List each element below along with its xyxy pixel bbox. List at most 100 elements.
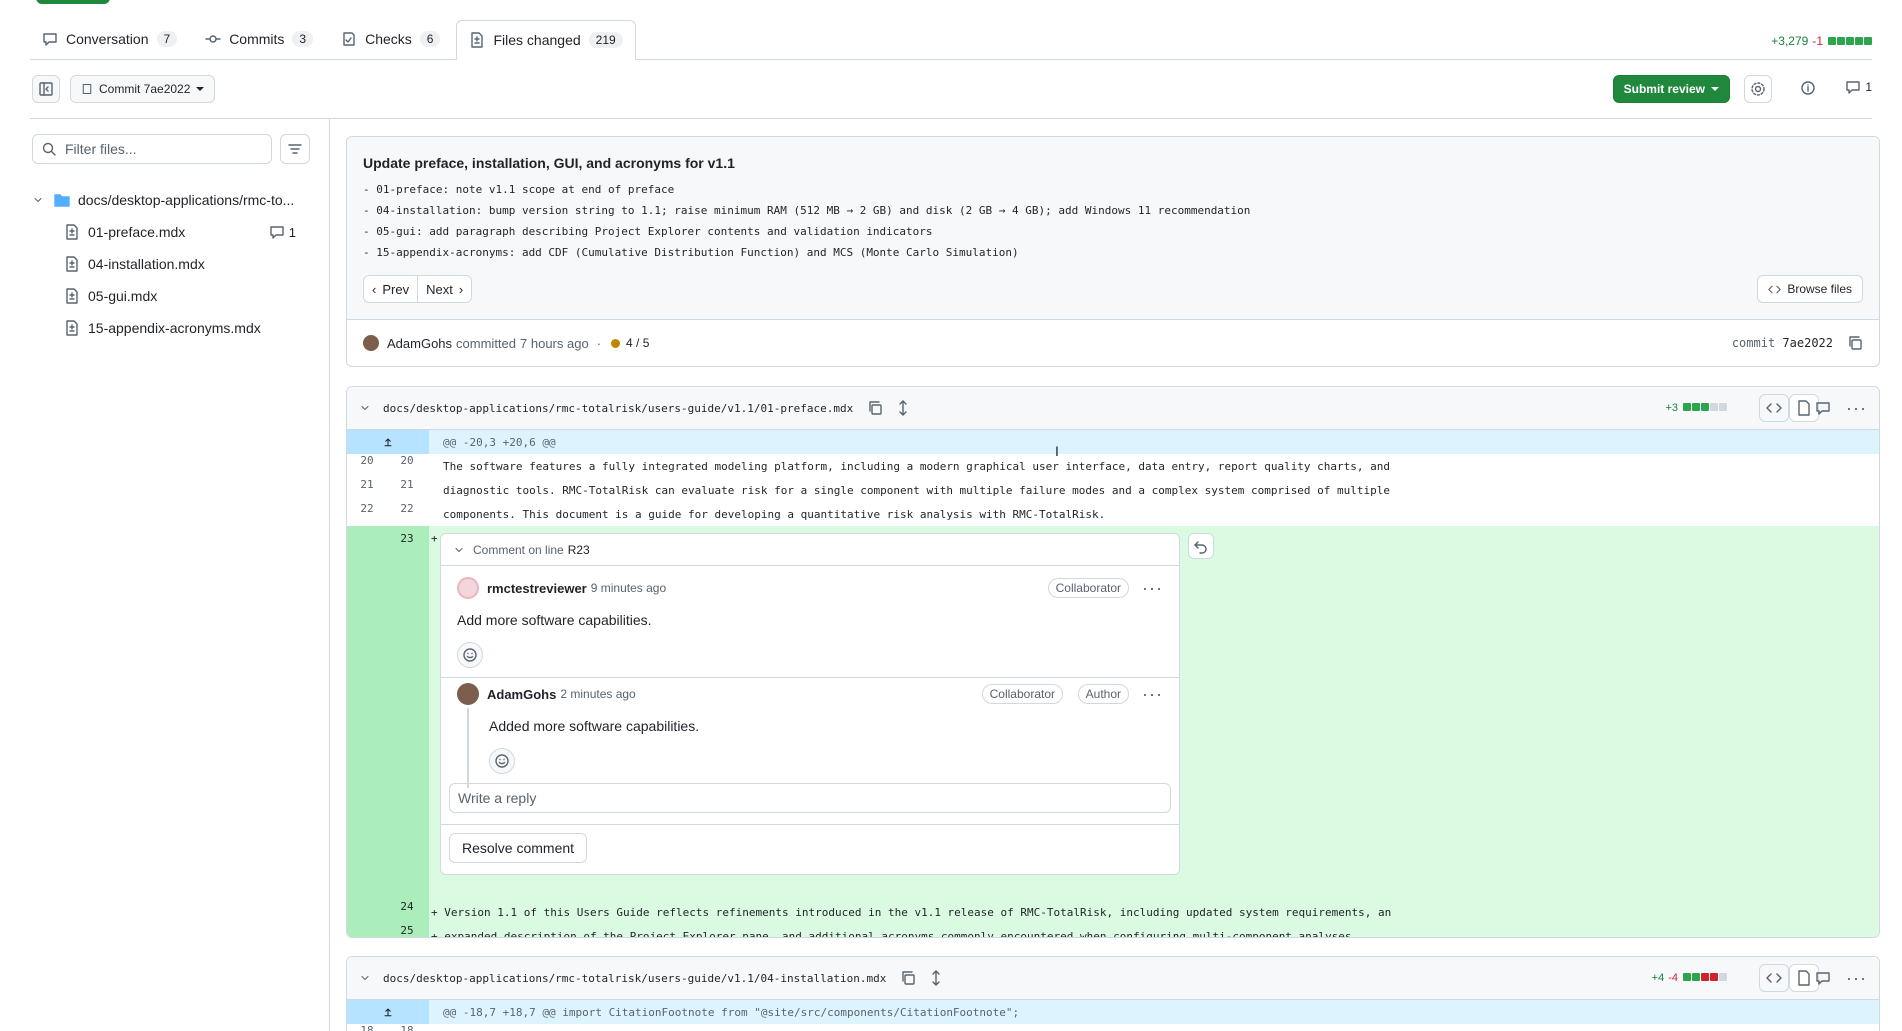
browse-files-button[interactable]: Browse files bbox=[1757, 275, 1863, 303]
expand-up-icon[interactable] bbox=[347, 430, 429, 454]
diff-settings-button[interactable] bbox=[1744, 75, 1772, 103]
more-options-icon[interactable]: ··· bbox=[1846, 969, 1867, 987]
source-diff-button[interactable] bbox=[1759, 964, 1789, 992]
thread-header[interactable]: Comment on line R23 bbox=[441, 534, 1179, 566]
commit-pager: ‹ Prev Next › bbox=[363, 275, 473, 303]
chevron-down-icon bbox=[455, 547, 463, 552]
expand-up-icon[interactable] bbox=[347, 1000, 429, 1024]
comment-icon bbox=[43, 33, 57, 46]
comment-icon[interactable] bbox=[1815, 400, 1831, 416]
toggle-file-tree-button[interactable] bbox=[32, 75, 60, 103]
chevron-left-icon: ‹ bbox=[372, 281, 377, 297]
comment-author[interactable]: rmctestreviewer bbox=[487, 581, 587, 596]
tab-files-changed[interactable]: Files changed 219 bbox=[456, 20, 636, 60]
file-icon bbox=[82, 83, 92, 95]
code-icon bbox=[1768, 285, 1782, 293]
file-icon bbox=[1798, 400, 1810, 416]
tab-count: 6 bbox=[419, 31, 441, 47]
sidebar-collapse-icon bbox=[39, 82, 53, 96]
review-comment: rmctestreviewer 9 minutes ago Collaborat… bbox=[457, 576, 1163, 600]
more-options-icon[interactable]: ··· bbox=[1142, 685, 1163, 703]
commit-message-line: - 05-gui: add paragraph describing Proje… bbox=[363, 225, 933, 238]
pr-tabs: Conversation 7 Commits 3 Checks 6 Files … bbox=[30, 20, 1872, 60]
tab-checks[interactable]: Checks 6 bbox=[329, 19, 452, 59]
comment-author[interactable]: AdamGohs bbox=[487, 687, 556, 702]
copy-icon[interactable] bbox=[867, 400, 883, 416]
file-diff-04-installation: docs/desktop-applications/rmc-totalrisk/… bbox=[346, 956, 1880, 1031]
comment-icon[interactable] bbox=[1815, 970, 1831, 986]
reply-input[interactable]: Write a reply bbox=[449, 783, 1171, 813]
review-comment: AdamGohs 2 minutes ago Collaborator Auth… bbox=[457, 682, 1163, 706]
file-header: docs/desktop-applications/rmc-totalrisk/… bbox=[347, 957, 1879, 1000]
add-reaction-button[interactable] bbox=[457, 642, 483, 668]
diff-line: 18 18 bbox=[360, 1024, 414, 1031]
filter-options-button[interactable] bbox=[280, 134, 310, 164]
deletions-count: -1 bbox=[1812, 34, 1823, 48]
chevron-right-icon: › bbox=[458, 281, 464, 297]
commit-author[interactable]: AdamGohs bbox=[387, 336, 452, 351]
chevron-down-icon bbox=[34, 197, 42, 203]
submit-review-button[interactable]: Submit review bbox=[1612, 75, 1730, 103]
file-tree: docs/desktop-applications/rmc-to... 01-p… bbox=[30, 184, 316, 344]
role-badge: Collaborator bbox=[1047, 578, 1129, 598]
chevron-down-icon[interactable] bbox=[359, 402, 371, 414]
tab-commits[interactable]: Commits 3 bbox=[193, 19, 325, 59]
expand-all-icon[interactable] bbox=[895, 400, 911, 416]
comments-button[interactable]: 1 bbox=[1845, 79, 1872, 95]
file-comment-count: 1 bbox=[269, 224, 296, 240]
check-status-count[interactable]: 4 / 5 bbox=[626, 336, 649, 350]
code-icon bbox=[1766, 973, 1782, 983]
prev-commit-button[interactable]: ‹ Prev bbox=[364, 276, 419, 302]
file-diff-icon bbox=[66, 288, 78, 304]
diff-line-added: 24 + Version 1.1 of this Users Guide ref… bbox=[347, 900, 1879, 924]
filter-files-input[interactable]: Filter files... bbox=[32, 134, 272, 164]
status-pill bbox=[36, 0, 110, 4]
diff-line: 21 21 diagnostic tools. RMC-TotalRisk can… bbox=[360, 478, 1391, 497]
copy-icon[interactable] bbox=[900, 970, 916, 986]
tree-file-item[interactable]: 01-preface.mdx 1 bbox=[30, 216, 316, 248]
file-diff-icon bbox=[66, 320, 78, 336]
add-reaction-button[interactable] bbox=[489, 748, 515, 774]
tree-file-item[interactable]: 05-gui.mdx bbox=[30, 280, 316, 312]
file-path[interactable]: docs/desktop-applications/rmc-totalrisk/… bbox=[383, 402, 853, 415]
author-badge: Author bbox=[1077, 684, 1129, 704]
comment-body: Added more software capabilities. bbox=[489, 718, 700, 734]
file-path[interactable]: docs/desktop-applications/rmc-totalrisk/… bbox=[383, 972, 886, 985]
tree-file-item[interactable]: 15-appendix-acronyms.mdx bbox=[30, 312, 316, 344]
diff-line: 22 22 components. This document is a guid… bbox=[360, 502, 1106, 521]
expand-all-icon[interactable] bbox=[928, 970, 944, 986]
chevron-down-icon[interactable] bbox=[359, 972, 371, 984]
commit-icon bbox=[205, 35, 221, 43]
commit-select-button[interactable]: Commit 7ae2022 bbox=[70, 75, 216, 103]
tree-folder[interactable]: docs/desktop-applications/rmc-to... bbox=[30, 184, 316, 216]
commit-sha: commit 7ae2022 bbox=[1731, 336, 1833, 350]
role-badge: Collaborator bbox=[981, 684, 1063, 704]
diff-toolbar: Commit 7ae2022 Submit review 1 bbox=[30, 75, 1872, 105]
diff-line: 20 20 The software features a fully integ… bbox=[360, 454, 1391, 473]
copy-icon[interactable] bbox=[1847, 335, 1863, 351]
more-options-icon[interactable]: ··· bbox=[1142, 579, 1163, 597]
next-commit-button[interactable]: Next › bbox=[418, 276, 471, 302]
smiley-icon bbox=[495, 754, 509, 768]
file-diffstat: +4 -4 bbox=[1652, 972, 1727, 984]
commit-message-line: - 04-installation: bump version string t… bbox=[363, 204, 1251, 217]
source-diff-button[interactable] bbox=[1759, 394, 1789, 422]
info-icon bbox=[1801, 81, 1815, 95]
tree-file-item[interactable]: 04-installation.mdx bbox=[30, 248, 316, 280]
chevron-down-icon bbox=[196, 87, 205, 91]
tab-count: 219 bbox=[588, 32, 623, 48]
file-header: docs/desktop-applications/rmc-totalrisk/… bbox=[347, 387, 1879, 430]
smiley-icon bbox=[463, 648, 477, 662]
text-cursor-icon: I bbox=[1055, 443, 1059, 459]
more-options-icon[interactable]: ··· bbox=[1846, 399, 1867, 417]
avatar bbox=[457, 683, 479, 705]
folder-icon bbox=[54, 194, 70, 207]
file-diffstat: +3 bbox=[1665, 402, 1727, 414]
resolve-comment-button[interactable]: Resolve comment bbox=[449, 833, 588, 863]
additions-count: +3,279 bbox=[1771, 34, 1809, 48]
check-status-icon bbox=[611, 338, 621, 348]
tab-conversation[interactable]: Conversation 7 bbox=[30, 19, 189, 59]
hunk-header: @@ -20,3 +20,6 @@ bbox=[347, 430, 1879, 454]
undo-icon[interactable] bbox=[1188, 533, 1214, 559]
info-button[interactable] bbox=[1800, 79, 1816, 96]
